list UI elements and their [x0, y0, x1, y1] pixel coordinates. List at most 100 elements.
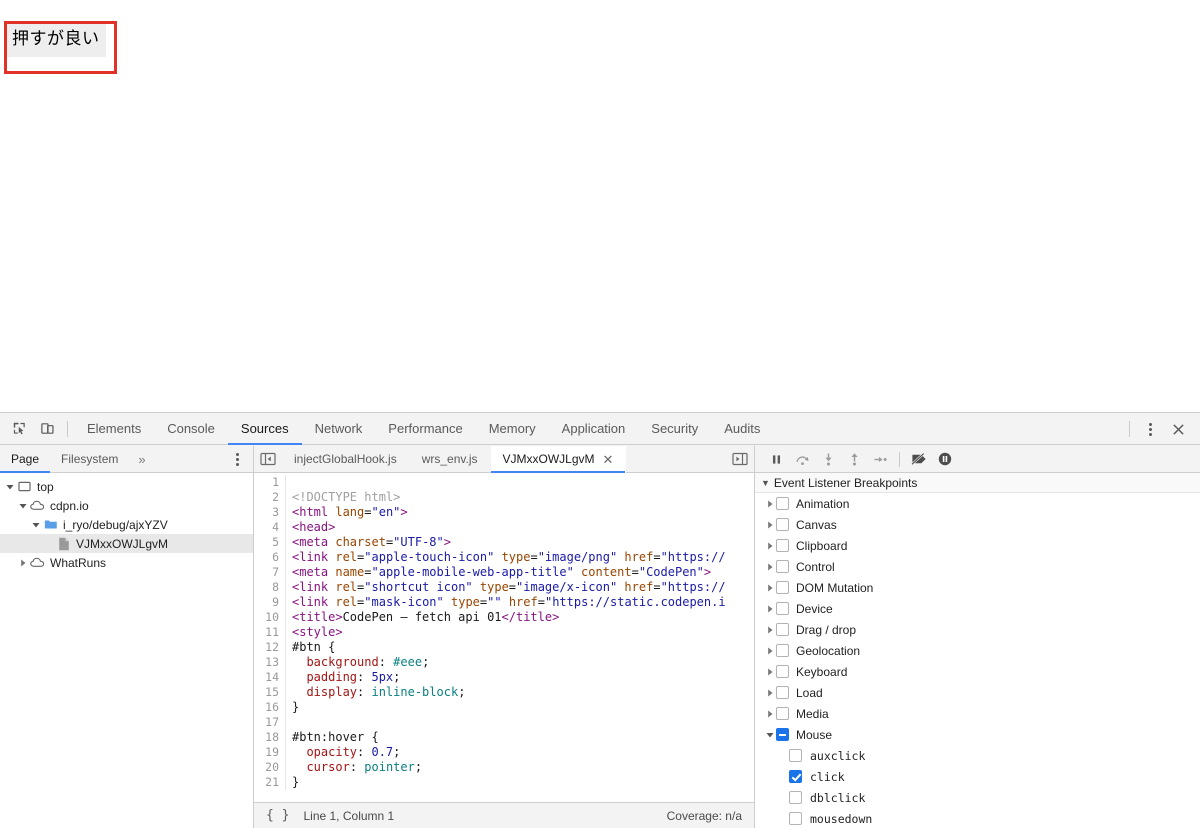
breakpoint-checkbox[interactable]: [776, 560, 789, 573]
device-toolbar-icon[interactable]: [33, 416, 61, 442]
line-number[interactable]: 21: [254, 775, 286, 790]
pause-on-exceptions-icon[interactable]: [932, 447, 958, 472]
inspect-element-icon[interactable]: [5, 416, 33, 442]
breakpoint-checkbox[interactable]: [776, 518, 789, 531]
tree-item-top[interactable]: top: [0, 477, 253, 496]
breakpoint-checkbox[interactable]: [776, 728, 789, 741]
breakpoint-category-row[interactable]: Drag / drop: [755, 619, 1200, 640]
line-number[interactable]: 1: [254, 475, 286, 490]
line-number[interactable]: 11: [254, 625, 286, 640]
tree-item-file-vjmxxowjlgvm[interactable]: VJMxxOWJLgvM: [0, 534, 253, 553]
twisty-closed-icon[interactable]: [763, 521, 776, 529]
editor-tab-wrs-env[interactable]: wrs_env.js: [410, 446, 491, 473]
line-number[interactable]: 4: [254, 520, 286, 535]
tab-elements[interactable]: Elements: [74, 413, 154, 445]
line-number[interactable]: 14: [254, 670, 286, 685]
breakpoint-category-row[interactable]: Geolocation: [755, 640, 1200, 661]
line-number[interactable]: 3: [254, 505, 286, 520]
navigator-tab-page[interactable]: Page: [0, 446, 51, 473]
breakpoint-checkbox[interactable]: [789, 749, 802, 762]
line-number[interactable]: 10: [254, 610, 286, 625]
step-icon[interactable]: [867, 447, 893, 472]
twisty-closed-icon[interactable]: [763, 542, 776, 550]
show-navigator-icon[interactable]: [254, 446, 282, 473]
navigator-tab-filesystem[interactable]: Filesystem: [50, 446, 129, 473]
breakpoint-category-row[interactable]: Keyboard: [755, 661, 1200, 682]
twisty-closed-icon[interactable]: [763, 647, 776, 655]
breakpoint-checkbox[interactable]: [789, 812, 802, 825]
breakpoint-category-row[interactable]: Control: [755, 556, 1200, 577]
line-number[interactable]: 13: [254, 655, 286, 670]
breakpoint-checkbox[interactable]: [776, 623, 789, 636]
step-over-icon[interactable]: [789, 447, 815, 472]
line-number[interactable]: 18: [254, 730, 286, 745]
line-number[interactable]: 17: [254, 715, 286, 730]
twisty-closed-icon[interactable]: [763, 563, 776, 571]
breakpoint-checkbox[interactable]: [776, 539, 789, 552]
line-number[interactable]: 12: [254, 640, 286, 655]
breakpoint-category-row[interactable]: Canvas: [755, 514, 1200, 535]
twisty-closed-icon[interactable]: [763, 668, 776, 676]
tab-security[interactable]: Security: [638, 413, 711, 445]
tree-item-whatruns[interactable]: WhatRuns: [0, 553, 253, 572]
line-number[interactable]: 8: [254, 580, 286, 595]
twisty-closed-icon[interactable]: [763, 500, 776, 508]
breakpoint-checkbox[interactable]: [776, 707, 789, 720]
twisty-open-icon[interactable]: [17, 496, 29, 515]
breakpoint-checkbox[interactable]: [789, 791, 802, 804]
navigator-overflow-icon[interactable]: »: [129, 446, 154, 473]
breakpoint-checkbox[interactable]: [776, 602, 789, 615]
step-into-icon[interactable]: [815, 447, 841, 472]
step-out-icon[interactable]: [841, 447, 867, 472]
tab-console[interactable]: Console: [154, 413, 228, 445]
twisty-open-icon[interactable]: [763, 731, 776, 739]
line-number[interactable]: 19: [254, 745, 286, 760]
breakpoint-checkbox[interactable]: [776, 581, 789, 594]
tab-network[interactable]: Network: [302, 413, 376, 445]
tab-audits[interactable]: Audits: [711, 413, 773, 445]
line-number[interactable]: 16: [254, 700, 286, 715]
line-number[interactable]: 5: [254, 535, 286, 550]
breakpoint-category-row[interactable]: Load: [755, 682, 1200, 703]
editor-tab-injectglobalhook[interactable]: injectGlobalHook.js: [282, 446, 410, 473]
breakpoint-checkbox[interactable]: [789, 770, 802, 783]
line-number[interactable]: 7: [254, 565, 286, 580]
more-options-icon[interactable]: [1136, 416, 1164, 442]
event-listener-breakpoints-header[interactable]: ▼ Event Listener Breakpoints: [755, 473, 1200, 493]
twisty-closed-icon[interactable]: [763, 689, 776, 697]
show-debugger-icon[interactable]: [726, 446, 754, 473]
twisty-closed-icon[interactable]: [17, 553, 29, 572]
twisty-open-icon[interactable]: [30, 515, 42, 534]
tab-sources[interactable]: Sources: [227, 413, 302, 445]
tree-item-folder[interactable]: i_ryo/debug/ajxYZV: [0, 515, 253, 534]
breakpoint-event-row[interactable]: auxclick: [755, 745, 1200, 766]
breakpoint-category-row[interactable]: DOM Mutation: [755, 577, 1200, 598]
breakpoint-event-row[interactable]: mousedown: [755, 808, 1200, 828]
line-number[interactable]: 20: [254, 760, 286, 775]
line-number[interactable]: 2: [254, 490, 286, 505]
breakpoint-checkbox[interactable]: [776, 644, 789, 657]
deactivate-breakpoints-icon[interactable]: [906, 447, 932, 472]
breakpoint-category-row[interactable]: Device: [755, 598, 1200, 619]
editor-tab-vjmxxowjlgvm[interactable]: VJMxxOWJLgvM ✕: [490, 445, 627, 473]
line-number[interactable]: 15: [254, 685, 286, 700]
pause-script-icon[interactable]: [763, 447, 789, 472]
breakpoint-checkbox[interactable]: [776, 686, 789, 699]
close-devtools-icon[interactable]: [1164, 416, 1192, 442]
breakpoint-event-row[interactable]: dblclick: [755, 787, 1200, 808]
tab-performance[interactable]: Performance: [375, 413, 475, 445]
breakpoint-category-row[interactable]: Animation: [755, 493, 1200, 514]
twisty-closed-icon[interactable]: [763, 605, 776, 613]
tab-application[interactable]: Application: [549, 413, 639, 445]
twisty-open-icon[interactable]: [4, 477, 16, 496]
code-editor[interactable]: 1 2 <!DOCTYPE html> 3 <html lang="en"> 4 <head…: [254, 473, 754, 802]
breakpoint-category-row[interactable]: Mouse: [755, 724, 1200, 745]
breakpoint-checkbox[interactable]: [776, 497, 789, 510]
breakpoint-event-row[interactable]: click: [755, 766, 1200, 787]
pretty-print-icon[interactable]: { }: [266, 808, 289, 823]
tab-memory[interactable]: Memory: [476, 413, 549, 445]
close-icon[interactable]: ✕: [603, 453, 614, 466]
twisty-closed-icon[interactable]: [763, 626, 776, 634]
twisty-closed-icon[interactable]: [763, 710, 776, 718]
breakpoint-category-row[interactable]: Media: [755, 703, 1200, 724]
